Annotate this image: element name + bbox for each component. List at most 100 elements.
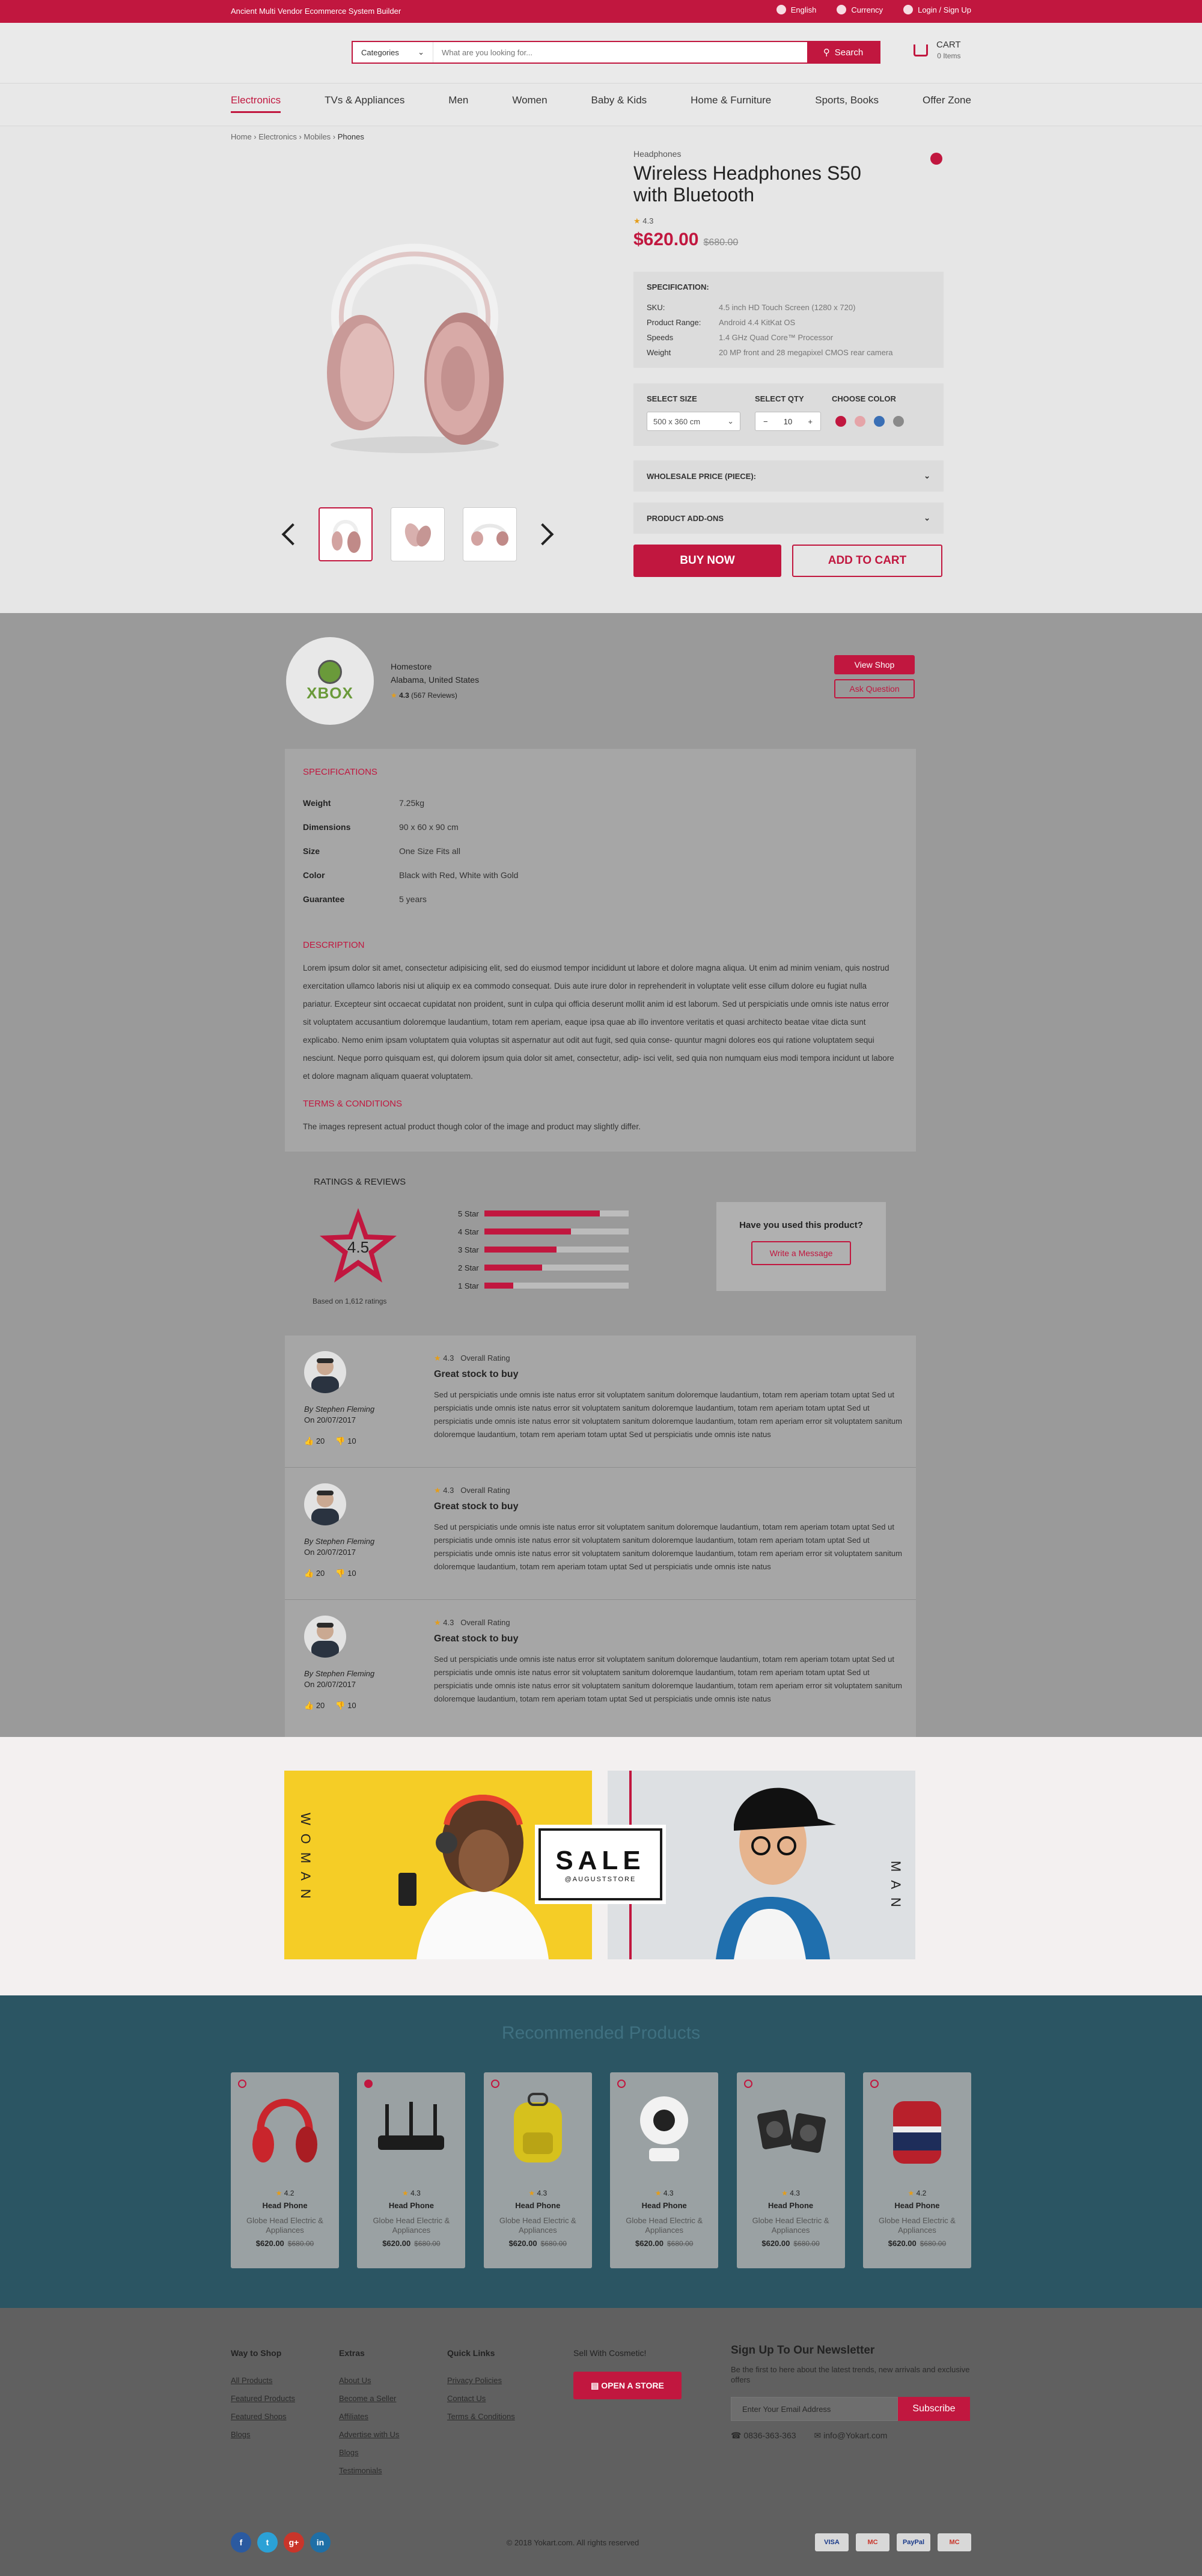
card-price: $620.00 $680.00 — [382, 2239, 441, 2248]
footer-link[interactable]: Advertise with Us — [339, 2426, 399, 2444]
email-field[interactable]: Enter Your Email Address — [731, 2397, 898, 2421]
product-card[interactable]: ★ 4.3 Head Phone Globe Head Electric & A… — [736, 2072, 845, 2268]
color-swatch[interactable] — [835, 416, 846, 427]
product-card[interactable]: ★ 4.2 Head Phone Globe Head Electric & A… — [862, 2072, 971, 2268]
chevron-down-icon: ⌄ — [924, 513, 930, 522]
write-message-button[interactable]: Write a Message — [751, 1241, 851, 1265]
add-to-cart-button[interactable]: ADD TO CART — [792, 545, 942, 577]
search-input[interactable] — [433, 42, 807, 63]
footer-link[interactable]: Featured Shops — [231, 2408, 295, 2426]
footer-link[interactable]: Blogs — [339, 2444, 399, 2462]
footer-link[interactable]: Featured Products — [231, 2390, 295, 2408]
thumbnail[interactable] — [463, 507, 517, 561]
nav-women[interactable]: Women — [512, 94, 547, 113]
footer-link[interactable]: Testimonials — [339, 2462, 399, 2480]
breadcrumb-mobiles[interactable]: Mobiles — [304, 132, 331, 141]
color-swatch[interactable] — [874, 416, 885, 427]
quantity-stepper[interactable]: −10 + — [755, 412, 821, 431]
footer-link[interactable]: All Products — [231, 2372, 295, 2390]
review-rating: ★ 4.3 Overall Rating — [434, 1618, 510, 1627]
language-selector[interactable]: English — [776, 5, 816, 14]
linkedin-icon[interactable]: in — [310, 2532, 331, 2553]
dislike-button[interactable]: 👎 10 — [335, 1701, 356, 1711]
view-shop-button[interactable]: View Shop — [834, 655, 915, 674]
google-plus-icon[interactable]: g+ — [284, 2532, 304, 2553]
open-store-button[interactable]: ▤ OPEN A STORE — [573, 2372, 682, 2399]
facebook-icon[interactable]: f — [231, 2532, 251, 2553]
copyright: © 2018 Yokart.com. All rights reserved — [506, 2538, 639, 2547]
search-button[interactable]: ⚲ Search — [807, 42, 879, 63]
product-card[interactable]: ★ 4.3 Head Phone Globe Head Electric & A… — [357, 2072, 466, 2268]
footer-link[interactable]: Affiliates — [339, 2408, 399, 2426]
buy-now-button[interactable]: BUY NOW — [633, 545, 781, 577]
subscribe-button[interactable]: Subscribe — [898, 2397, 970, 2421]
like-button[interactable]: 👍 20 — [304, 1701, 325, 1711]
color-swatch[interactable] — [855, 416, 865, 427]
product-card[interactable]: ★ 4.2 Head Phone Globe Head Electric & A… — [231, 2072, 339, 2268]
twitter-icon[interactable]: t — [257, 2532, 278, 2553]
product-title: Wireless Headphones S50 with Bluetooth — [633, 162, 861, 206]
card-store: Globe Head Electric & Appliances — [499, 2216, 576, 2235]
footer-link[interactable]: Contact Us — [447, 2390, 515, 2408]
rating-bar-fill — [484, 1210, 600, 1216]
rating-bar: 1 Star — [458, 1277, 638, 1295]
card-store: Globe Head Electric & Appliances — [879, 2216, 956, 2235]
footer-link[interactable]: Blogs — [231, 2426, 295, 2444]
product-card[interactable]: ★ 4.3 Head Phone Globe Head Electric & A… — [610, 2072, 719, 2268]
speakers-icon — [757, 2110, 826, 2153]
wishlist-heart-icon[interactable] — [743, 2080, 752, 2088]
newsletter: Sign Up To Our Newsletter Be the first t… — [731, 2344, 971, 2441]
backpack-icon — [513, 2093, 562, 2162]
like-button[interactable]: 👍 20 — [304, 1436, 325, 1446]
next-arrow-icon[interactable] — [531, 523, 554, 546]
footer-link[interactable]: Terms & Conditions — [447, 2408, 515, 2426]
nav-electronics[interactable]: Electronics — [231, 94, 281, 113]
wholesale-price-accordion[interactable]: WHOLESALE PRICE (PIECE): ⌄ — [633, 460, 944, 492]
thumbnail[interactable] — [319, 507, 373, 561]
nav-sports-books[interactable]: Sports, Books — [815, 94, 879, 113]
wishlist-heart-icon[interactable] — [870, 2080, 879, 2088]
breadcrumb-electronics[interactable]: Electronics — [258, 132, 297, 141]
color-swatch[interactable] — [893, 416, 904, 427]
product-rating: ★ 4.3 — [633, 216, 654, 225]
nav-baby-kids[interactable]: Baby & Kids — [591, 94, 647, 113]
breadcrumb-home[interactable]: Home — [231, 132, 252, 141]
nav-tvs-appliances[interactable]: TVs & Appliances — [325, 94, 404, 113]
thumbnail[interactable] — [391, 507, 445, 561]
social-links: f t g+ in — [231, 2532, 331, 2553]
dislike-button[interactable]: 👎 10 — [335, 1436, 356, 1446]
spec-row: Weight 7.25kg — [303, 798, 425, 808]
email-contact[interactable]: ✉ info@Yokart.com — [814, 2431, 888, 2441]
nav-offer-zone[interactable]: Offer Zone — [923, 94, 971, 113]
prev-arrow-icon[interactable] — [281, 523, 304, 546]
spec-row: Product Range: Android 4.4 KitKat OS — [647, 318, 796, 327]
rating-bar: 5 Star — [458, 1204, 638, 1222]
footer-link[interactable]: About Us — [339, 2372, 399, 2390]
category-dropdown[interactable]: Categories ⌄ — [353, 42, 433, 63]
nav-men[interactable]: Men — [448, 94, 468, 113]
wishlist-heart-icon[interactable] — [238, 2080, 246, 2088]
star-icon: ★ — [528, 2189, 535, 2197]
site-tagline: Ancient Multi Vendor Ecommerce System Bu… — [231, 7, 401, 16]
size-select[interactable]: 500 x 360 cm ⌄ — [647, 412, 740, 431]
ask-question-button[interactable]: Ask Question — [834, 679, 915, 698]
like-button[interactable]: 👍 20 — [304, 1569, 325, 1578]
footer-link[interactable]: Privacy Policies — [447, 2372, 515, 2390]
wishlist-heart-icon[interactable] — [930, 153, 942, 165]
product-category: Headphones — [633, 149, 682, 159]
currency-selector[interactable]: Currency — [837, 5, 883, 14]
dislike-button[interactable]: 👎 10 — [335, 1569, 356, 1578]
plus-icon[interactable]: + — [808, 417, 813, 426]
footer-link[interactable]: Become a Seller — [339, 2390, 399, 2408]
nav-home-furniture[interactable]: Home & Furniture — [691, 94, 771, 113]
product-card[interactable]: ★ 4.3 Head Phone Globe Head Electric & A… — [483, 2072, 592, 2268]
minus-icon[interactable]: − — [763, 417, 768, 426]
wishlist-heart-icon[interactable] — [490, 2080, 499, 2088]
sale-badge[interactable]: SALE @AUGUSTSTORE — [535, 1825, 666, 1904]
cart-widget[interactable]: CART 0 Items — [914, 40, 961, 61]
seller-rating: ★ 4.3 (567 Reviews) — [391, 691, 457, 700]
login-link[interactable]: Login / Sign Up — [903, 5, 971, 14]
review-title: Great stock to buy — [434, 1369, 519, 1379]
chevron-down-icon: ⌄ — [418, 47, 424, 56]
product-addons-accordion[interactable]: PRODUCT ADD-ONS ⌄ — [633, 502, 944, 534]
